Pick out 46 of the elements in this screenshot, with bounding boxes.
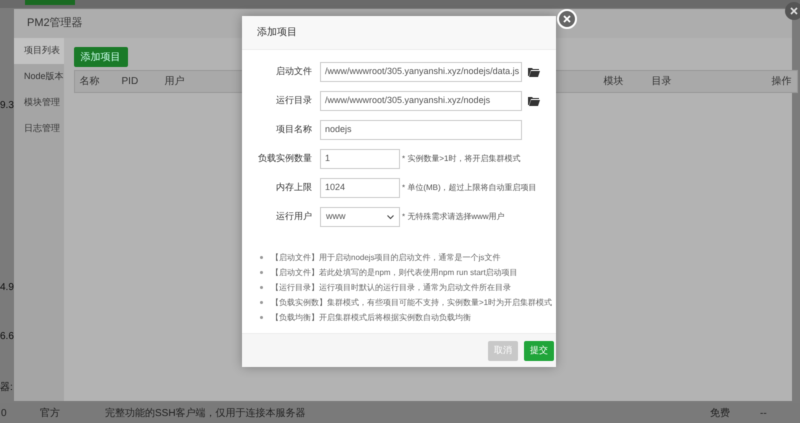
help-note: 【启动文件】用于启动nodejs项目的启动文件，通常是一个js文件 [271,252,500,264]
input-field[interactable]: nodejs [320,120,522,140]
table-cell-text: 6.6 [0,330,14,344]
input-field[interactable]: /www/wwwroot/305.yanyanshi.xyz/nodejs [320,91,522,111]
column-header: 目录 [652,75,673,89]
column-header: 操作 [772,75,792,89]
column-header: 名称 [80,75,101,89]
table-cell-text: 官方 [40,406,61,420]
field-hint: * 无特殊需求请选择www用户 [402,211,505,223]
field-label: 负载实例数量 [257,152,312,166]
help-note: 【启动文件】若此处填写的是npm，则代表使用npm run start启动项目 [271,266,518,278]
bullet-icon [260,271,263,274]
field-label: 运行用户 [275,210,312,224]
table-cell-text: -- [760,406,767,420]
table-cell-text: 9.3 [0,99,14,113]
table-cell-text: 完整功能的SSH客户端，仅用于连接本服务器 [105,406,307,420]
user-select[interactable]: www [320,207,400,227]
add-project-button[interactable]: 添加项目 [74,47,128,67]
column-header: PID [122,75,140,89]
field-label: 内存上限 [275,181,312,194]
table-cell-text: 免费 [710,406,731,420]
column-header: 用户 [164,74,186,89]
bullet-icon [260,286,263,289]
column-header: 模块 [604,74,625,89]
help-note: 【负载实例数】集群模式，有些项目可能不支持，实例数量>1时为开启集群模式 [271,296,552,308]
chevron-down-icon [387,214,394,220]
field-label: 运行目录 [275,94,312,108]
table-cell-text: 器: [0,381,13,395]
table-cell-text: 0 [0,406,8,420]
bullet-icon [260,256,263,259]
input-field[interactable]: 1 [320,149,400,169]
field-label: 项目名称 [275,123,312,136]
sidebar-item[interactable]: 项目列表 [14,38,64,64]
folder-icon[interactable] [528,67,540,77]
input-field[interactable]: 1024 [320,178,400,198]
field-label: 启动文件 [275,65,312,78]
field-hint: * 实例数量>1时，将开启集群模式 [402,153,520,165]
help-note: 【运行目录】运行项目时默认的运行目录，通常为启动文件所在目录 [271,282,511,294]
input-field[interactable]: /www/wwwroot/305.yanyanshi.xyz/nodejs/data.js [320,62,522,82]
dialog-title: 添加项目 [242,16,556,50]
field-hint: * 单位(MB)，超过上限将自动重启项目 [402,182,537,194]
help-note: 【负载均衡】开启集群模式后将根据实例数自动负载均衡 [271,312,471,324]
bullet-icon [260,316,263,319]
table-cell-text: 4.9 [0,281,14,295]
bullet-icon [260,301,263,304]
folder-icon[interactable] [528,96,540,106]
